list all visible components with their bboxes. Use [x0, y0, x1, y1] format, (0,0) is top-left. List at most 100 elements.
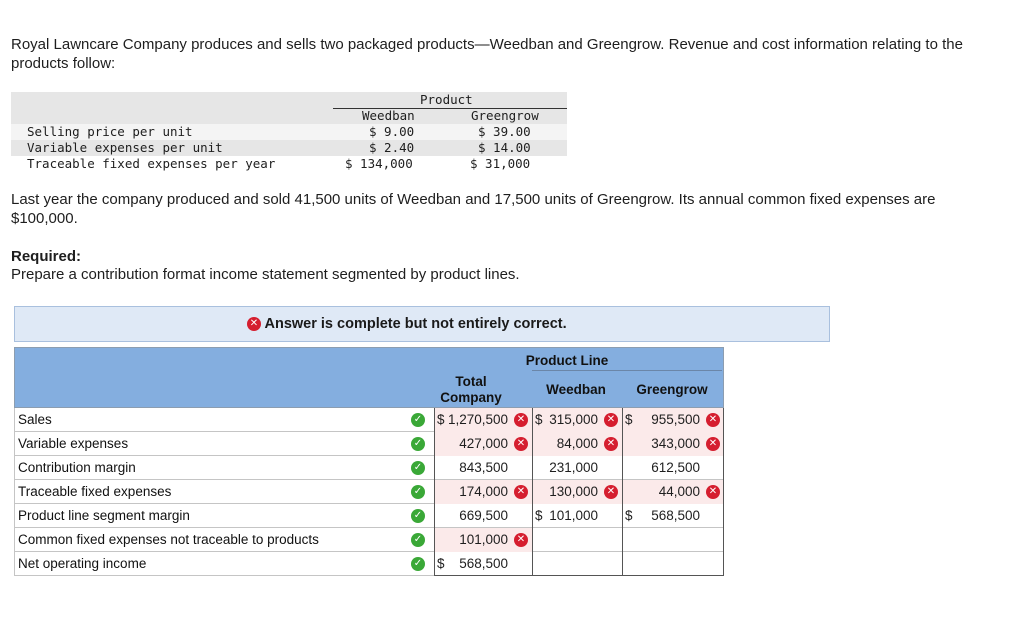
- cell-value: 84,000: [556, 436, 598, 451]
- dollar-sign: $: [625, 412, 633, 427]
- cell-value: 612,500: [651, 460, 700, 475]
- cell-value: 315,000: [549, 412, 598, 427]
- check-circle-icon: ✓: [411, 557, 425, 571]
- statement-row: Variable expenses ✓ 427,000 ✕ 84,000 ✕ 343,000…: [14, 432, 724, 456]
- check-circle-icon: ✓: [411, 437, 425, 451]
- answer-input-greengrow[interactable]: $955,500 ✕: [622, 408, 724, 432]
- answer-input-weedban[interactable]: 130,000 ✕: [532, 480, 622, 504]
- cell-value: 231,000: [549, 460, 598, 475]
- value-greengrow: $ 31,000: [470, 156, 531, 171]
- cell-value: 568,500: [651, 508, 700, 523]
- value-greengrow: $ 39.00: [478, 124, 531, 139]
- answer-input-greengrow[interactable]: 343,000 ✕: [622, 432, 724, 456]
- answer-input-total[interactable]: 427,000 ✕: [434, 432, 532, 456]
- column-divider: [434, 408, 435, 576]
- dollar-sign: $: [625, 508, 633, 523]
- cell-value: 343,000: [651, 436, 700, 451]
- answer-input-greengrow[interactable]: $568,500: [622, 504, 724, 528]
- dollar-sign: $: [535, 412, 543, 427]
- row-label: Common fixed expenses not traceable to p…: [18, 532, 319, 547]
- problem-intro: Royal Lawncare Company produces and sell…: [11, 36, 963, 72]
- statement-row: Net operating income ✓ $568,500: [14, 552, 724, 576]
- cell-value: 130,000: [549, 484, 598, 499]
- x-circle-icon: ✕: [706, 485, 720, 499]
- x-circle-icon: ✕: [604, 485, 618, 499]
- answer-input-total[interactable]: $1,270,500 ✕: [434, 408, 532, 432]
- table-left-border: [14, 408, 15, 576]
- column-divider: [622, 408, 623, 576]
- answer-input-weedban[interactable]: 231,000: [532, 456, 622, 480]
- statement-header: [14, 347, 724, 408]
- cell-value: 955,500: [651, 412, 700, 427]
- banner-content: ✕ Answer is complete but not entirely co…: [247, 316, 567, 332]
- check-circle-icon: ✓: [411, 509, 425, 523]
- header-weedban: Weedban: [546, 382, 606, 397]
- x-circle-icon: ✕: [514, 413, 528, 427]
- cell-value: 174,000: [459, 484, 508, 499]
- product-group-header: Product: [420, 92, 473, 107]
- income-statement: Product Line Total Company Weedban Green…: [14, 347, 724, 576]
- answer-input-weedban[interactable]: $315,000 ✕: [532, 408, 622, 432]
- header-total-company: Total Company: [440, 374, 502, 405]
- value-weedban: $ 2.40: [369, 140, 415, 155]
- row-label: Traceable fixed expenses per year: [27, 156, 276, 171]
- dollar-sign: $: [437, 412, 445, 427]
- answer-input-greengrow[interactable]: 44,000 ✕: [622, 480, 724, 504]
- answer-input-total[interactable]: 101,000 ✕: [434, 528, 532, 552]
- value-greengrow: $ 14.00: [478, 140, 531, 155]
- row-label: Sales: [18, 412, 52, 427]
- banner-message: Answer is complete but not entirely corr…: [264, 316, 567, 332]
- row-label: Variable expenses per unit: [27, 140, 223, 155]
- paragraph-units: Last year the company produced and sold …: [11, 191, 936, 227]
- statement-row: Traceable fixed expenses ✓ 174,000 ✕ 130,000…: [14, 480, 724, 504]
- cell-value: 843,500: [459, 460, 508, 475]
- cell-value: 101,000: [549, 508, 598, 523]
- answer-input-greengrow[interactable]: 612,500: [622, 456, 724, 480]
- x-circle-icon: ✕: [604, 437, 618, 451]
- x-circle-icon: ✕: [604, 413, 618, 427]
- row-label: Traceable fixed expenses: [18, 484, 172, 499]
- column-divider: [723, 408, 724, 576]
- value-weedban: $ 134,000: [345, 156, 413, 171]
- row-label: Net operating income: [18, 556, 147, 571]
- answer-input-total[interactable]: 669,500: [434, 504, 532, 528]
- row-label: Selling price per unit: [27, 124, 193, 139]
- row-label: Variable expenses: [18, 436, 129, 451]
- required-label: Required:: [11, 248, 82, 265]
- cell-value: 1,270,500: [447, 412, 508, 427]
- check-circle-icon: ✓: [411, 413, 425, 427]
- col-weedban-header: Weedban: [362, 108, 415, 123]
- table-bottom-border: [434, 575, 724, 576]
- row-label: Product line segment margin: [18, 508, 190, 523]
- x-circle-icon: ✕: [514, 533, 528, 547]
- answer-input-total[interactable]: 843,500: [434, 456, 532, 480]
- dollar-sign: $: [535, 508, 543, 523]
- row-label: Contribution margin: [18, 460, 136, 475]
- product-info-table: Product Weedban Greengrow Selling price …: [11, 92, 567, 156]
- check-circle-icon: ✓: [411, 485, 425, 499]
- x-circle-icon: ✕: [247, 317, 261, 332]
- x-circle-icon: ✕: [706, 413, 720, 427]
- required-text: Prepare a contribution format income sta…: [11, 266, 520, 283]
- x-circle-icon: ✕: [514, 485, 528, 499]
- column-divider: [532, 408, 533, 576]
- answer-input-weedban[interactable]: 84,000 ✕: [532, 432, 622, 456]
- check-circle-icon: ✓: [411, 461, 425, 475]
- value-weedban: $ 9.00: [369, 124, 415, 139]
- check-circle-icon: ✓: [411, 533, 425, 547]
- statement-row: Common fixed expenses not traceable to p…: [14, 528, 724, 552]
- col-greengrow-header: Greengrow: [471, 108, 539, 123]
- answer-status-banner: ✕ Answer is complete but not entirely co…: [14, 306, 830, 342]
- x-circle-icon: ✕: [706, 437, 720, 451]
- answer-input-weedban[interactable]: $101,000: [532, 504, 622, 528]
- dollar-sign: $: [437, 556, 445, 571]
- answer-input-total[interactable]: 174,000 ✕: [434, 480, 532, 504]
- product-info-last-row: Traceable fixed expenses per year $ 134,…: [11, 156, 567, 172]
- answer-input-total[interactable]: $568,500: [434, 552, 532, 576]
- header-greengrow: Greengrow: [636, 382, 708, 397]
- cell-value: 44,000: [658, 484, 700, 499]
- statement-row: Product line segment margin ✓ 669,500 $101,…: [14, 504, 724, 528]
- cell-value: 101,000: [459, 532, 508, 547]
- statement-row: Sales ✓ $1,270,500 ✕ $315,000 ✕ $955,500 ✕: [14, 408, 724, 432]
- x-circle-icon: ✕: [514, 437, 528, 451]
